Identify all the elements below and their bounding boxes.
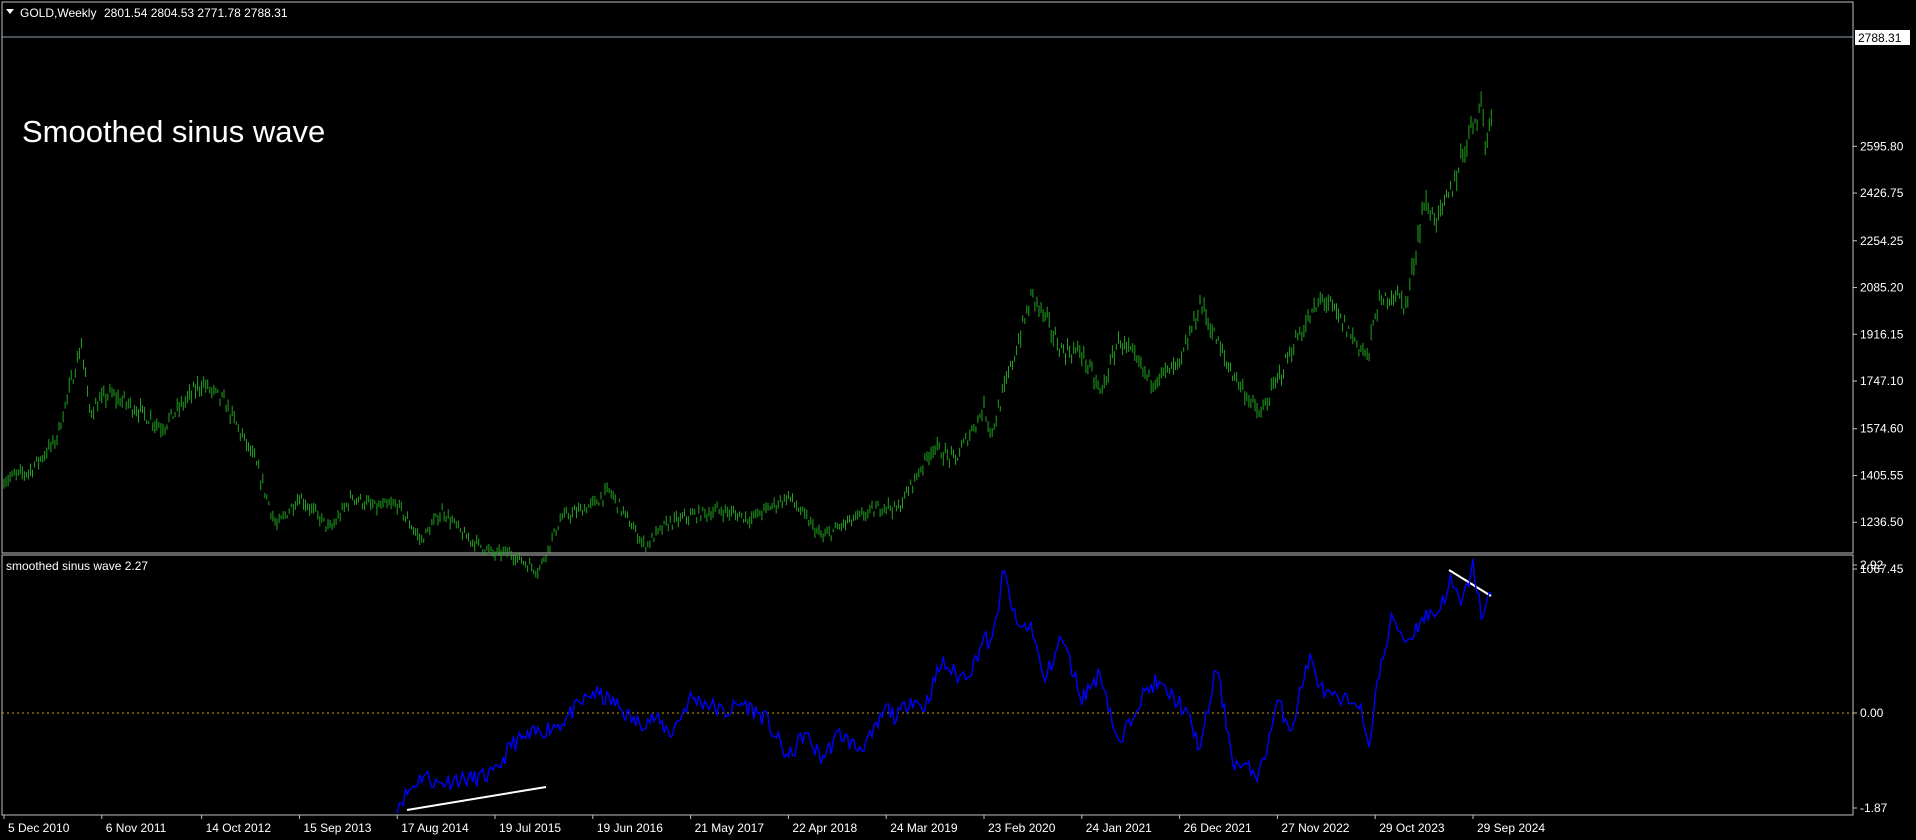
time-tick-label: 22 Apr 2018 <box>792 821 857 835</box>
time-tick-label: 29 Oct 2023 <box>1379 821 1445 835</box>
time-tick-label: 19 Jun 2016 <box>597 821 663 835</box>
time-tick-label: 29 Sep 2024 <box>1477 821 1545 835</box>
time-axis: 5 Dec 2010 6 Nov 2011 14 Oct 2012 15 Sep 20… <box>3 815 1545 835</box>
time-tick-label: 26 Dec 2021 <box>1184 821 1252 835</box>
indicator-pane[interactable] <box>1 554 1854 816</box>
price-tick-label: 2254.25 <box>1860 234 1904 248</box>
price-tick-label: 1405.55 <box>1860 468 1904 482</box>
price-axis: 2595.80 2426.75 2254.25 2085.20 1916.15 1747.… <box>1853 139 1904 576</box>
trading-chart[interactable]: GOLD,Weekly 2801.54 2804.53 2771.78 2788… <box>0 0 1916 840</box>
time-tick-label: 19 Jul 2015 <box>499 821 561 835</box>
indicator-tick-label: 0.00 <box>1860 706 1884 720</box>
time-tick-label: 15 Sep 2013 <box>303 821 371 835</box>
price-tick-label: 1916.15 <box>1860 327 1904 341</box>
indicator-tick-label: 2.92 <box>1860 558 1884 572</box>
price-tick-label: 2426.75 <box>1860 186 1904 200</box>
overlay-label: Smoothed sinus wave <box>22 114 325 149</box>
price-marker: 2788.31 <box>1858 31 1902 45</box>
indicator-label: smoothed sinus wave 2.27 <box>6 559 148 573</box>
price-tick-label: 2595.80 <box>1860 139 1904 153</box>
time-tick-label: 23 Feb 2020 <box>988 821 1056 835</box>
symbol-label: GOLD,Weekly <box>20 6 96 20</box>
price-tick-label: 1574.60 <box>1860 422 1904 436</box>
time-tick-label: 17 Aug 2014 <box>401 821 469 835</box>
indicator-axis: 2.92 0.00 -1.87 <box>1853 558 1888 815</box>
time-tick-label: 6 Nov 2011 <box>106 821 167 835</box>
indicator-tick-label: -1.87 <box>1860 801 1888 815</box>
time-tick-label: 5 Dec 2010 <box>8 821 70 835</box>
time-tick-label: 24 Jan 2021 <box>1086 821 1152 835</box>
main-price-pane[interactable] <box>1 1 1854 554</box>
price-tick-label: 1747.10 <box>1860 374 1904 388</box>
ohlc-values: 2801.54 2804.53 2771.78 2788.31 <box>104 6 288 20</box>
price-tick-label: 2085.20 <box>1860 281 1904 295</box>
time-tick-label: 24 Mar 2019 <box>890 821 958 835</box>
time-tick-label: 14 Oct 2012 <box>206 821 272 835</box>
time-tick-label: 27 Nov 2022 <box>1281 821 1349 835</box>
time-tick-label: 21 May 2017 <box>695 821 765 835</box>
price-tick-label: 1236.50 <box>1860 515 1904 529</box>
